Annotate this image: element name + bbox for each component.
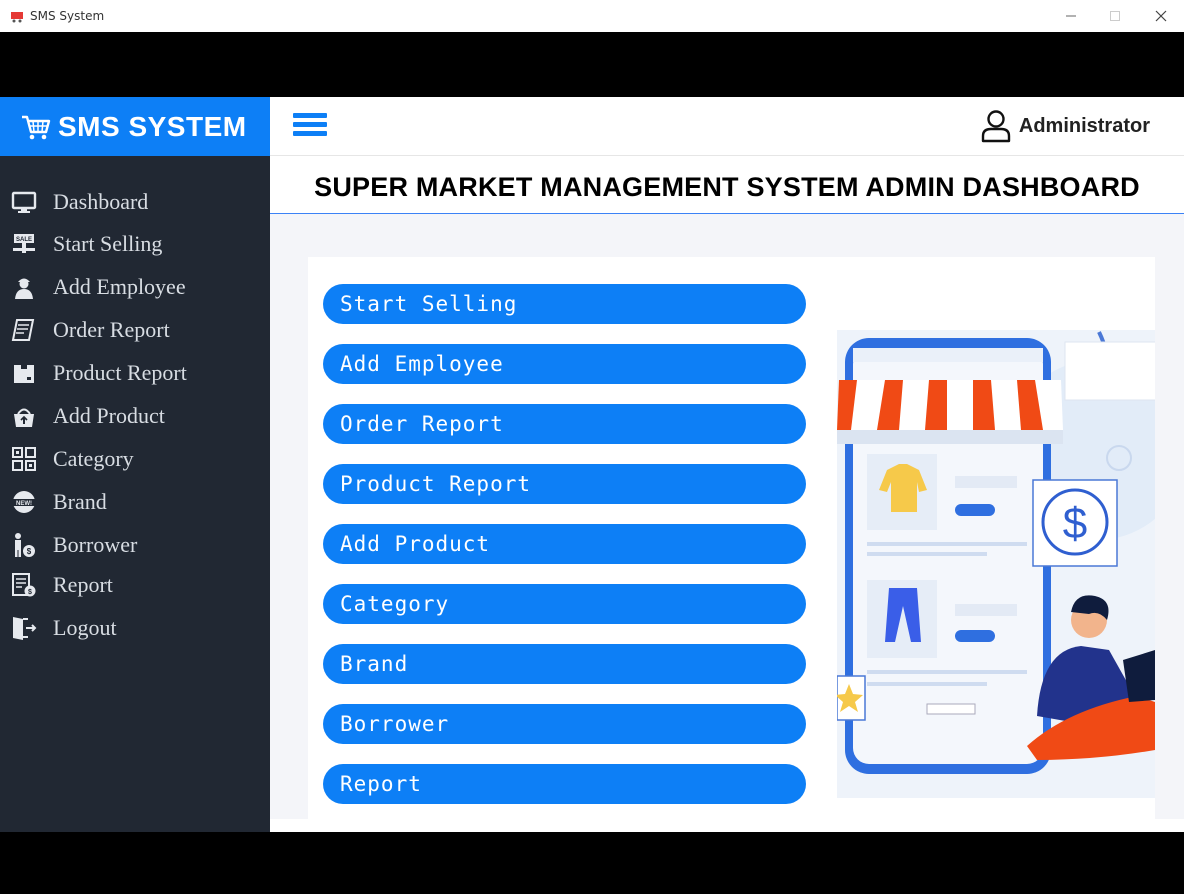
top-bar: Administrator [270,97,1184,156]
hamburger-line [293,122,327,127]
window-titlebar: SMS System [0,0,1188,32]
sidebar-item-category[interactable]: Category [0,439,270,479]
button-label: Start Selling [340,292,518,316]
monitor-icon [11,191,37,213]
hamburger-line [293,113,327,118]
sidebar-item-add-employee[interactable]: Add Employee [0,267,270,307]
sidebar-item-label: Product Report [53,360,187,385]
hamburger-line [293,131,327,136]
order-report-button[interactable]: Order Report [323,404,806,444]
sidebar-item-add-product[interactable]: Add Product [0,396,270,436]
black-band-top [0,32,1184,97]
sidebar-item-label: Add Employee [53,274,186,299]
sidebar: Dashboard SALE Start Selling Add Employe… [0,156,270,832]
app-cart-icon [11,12,23,23]
svg-text:NEW!: NEW! [16,501,32,507]
order-report-icon [11,319,35,341]
sidebar-item-dashboard[interactable]: Dashboard [0,182,270,222]
category-button[interactable]: Category [323,584,806,624]
sidebar-item-label: Category [53,446,134,471]
category-grid-icon [12,447,36,471]
button-label: Add Employee [340,352,504,376]
shopping-cart-icon [22,115,51,139]
add-product-icon [14,408,34,427]
window-title: SMS System [30,9,105,23]
sale-sign-icon: SALE [13,234,35,253]
employee-icon [15,278,33,299]
report-button[interactable]: Report [323,764,806,804]
sidebar-item-product-report[interactable]: Product Report [0,353,270,393]
minimize-icon [1066,15,1076,17]
add-employee-button[interactable]: Add Employee [323,344,806,384]
sidebar-item-label: Order Report [53,317,170,342]
sidebar-item-label: Add Product [53,403,165,428]
maximize-button[interactable] [1092,0,1138,32]
button-label: Report [340,772,422,796]
sidebar-item-label: Start Selling [53,231,163,256]
window-right-edge [1184,32,1188,894]
sidebar-item-label: Brand [53,489,107,514]
brand-bar: SMS SYSTEM [0,97,270,156]
black-band-bottom [0,832,1184,894]
sidebar-item-brand[interactable]: NEW! Brand [0,482,270,522]
product-box-icon [14,363,34,383]
sidebar-item-borrower[interactable]: $ Borrower [0,525,270,565]
report-icon: $ [12,573,36,597]
sidebar-item-order-report[interactable]: Order Report [0,310,270,350]
borrower-button[interactable]: Borrower [323,704,806,744]
hamburger-menu-button[interactable] [293,113,327,141]
sidebar-item-label: Borrower [53,532,138,557]
product-report-button[interactable]: Product Report [323,464,806,504]
close-button[interactable] [1138,0,1184,32]
svg-text:$: $ [28,589,32,596]
logout-door-icon [13,617,37,640]
add-product-button[interactable]: Add Product [323,524,806,564]
minimize-button[interactable] [1048,0,1094,32]
button-label: Product Report [340,472,532,496]
sidebar-item-logout[interactable]: Logout [0,608,270,648]
start-selling-button[interactable]: Start Selling [323,284,806,324]
sidebar-item-label: Report [53,572,113,597]
user-icon [981,110,1011,143]
button-label: Brand [340,652,409,676]
content-bottom-strip [270,819,1184,832]
brand-name: SMS SYSTEM [58,110,247,142]
sidebar-item-report[interactable]: $ Report [0,565,270,605]
maximize-icon [1110,11,1120,21]
svg-text:$: $ [1063,499,1087,548]
sidebar-item-start-selling[interactable]: SALE Start Selling [0,224,270,264]
page-title: SUPER MARKET MANAGEMENT SYSTEM ADMIN DAS… [314,172,1140,202]
user-name: Administrator [1018,114,1150,137]
button-label: Order Report [340,412,504,436]
sidebar-item-label: Dashboard [53,189,149,214]
new-badge-icon: NEW! [12,491,36,513]
sidebar-item-label: Logout [53,615,117,640]
svg-text:SALE: SALE [16,237,32,243]
user-profile[interactable]: Administrator [981,109,1150,143]
close-icon [1155,10,1167,22]
page-header: SUPER MARKET MANAGEMENT SYSTEM ADMIN DAS… [270,156,1184,214]
online-shopping-illustration: $ [837,330,1155,798]
borrower-icon: $ [15,533,35,557]
brand-button[interactable]: Brand [323,644,806,684]
svg-text:$: $ [27,547,32,556]
button-label: Add Product [340,532,491,556]
button-label: Borrower [340,712,450,736]
button-label: Category [340,592,450,616]
